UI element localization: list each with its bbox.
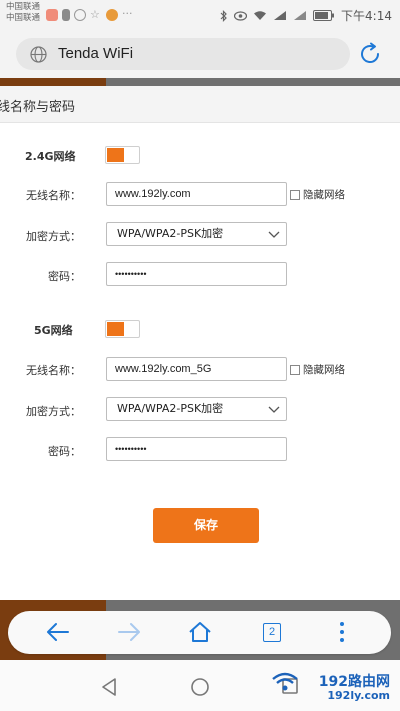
signal-1-icon — [274, 11, 287, 20]
browser-toolbar: 2 — [8, 611, 391, 654]
home-icon — [189, 622, 211, 642]
tab-count: 2 — [263, 622, 281, 642]
hide-24-box[interactable] — [290, 189, 300, 200]
site-watermark: 192路由网 192ly.com — [272, 668, 394, 708]
app-notification-icon — [46, 9, 58, 21]
section-title: 线名称与密码 — [0, 100, 76, 115]
url-field[interactable]: Tenda WiFi — [16, 38, 350, 70]
forward-button[interactable] — [115, 620, 143, 644]
eye-icon — [234, 10, 248, 21]
hide-5-box[interactable] — [290, 364, 300, 375]
band-24-label: 2.4G网络 — [25, 150, 76, 163]
wifi-logo-icon — [272, 672, 298, 691]
menu-button[interactable] — [328, 620, 356, 644]
carrier-1: 中国联通 — [6, 2, 41, 12]
alert-icon — [62, 9, 70, 21]
status-icons: 下午4:14 — [220, 7, 392, 24]
url-text: Tenda WiFi — [58, 45, 134, 62]
headset-icon — [74, 9, 86, 21]
password-24-label: 密码： — [48, 270, 81, 283]
carrier-2: 中国联通 — [6, 13, 41, 23]
battery-icon — [313, 10, 335, 21]
password-5-label: 密码： — [48, 445, 81, 458]
password-24-input[interactable]: •••••••••• — [106, 262, 287, 286]
more-notifications-icon: ··· — [122, 7, 133, 20]
wifi-icon — [254, 11, 267, 20]
globe-icon — [30, 46, 47, 63]
password-5-input[interactable]: •••••••••• — [106, 437, 287, 461]
band-5-label: 5G网络 — [34, 324, 73, 337]
arrow-right-icon — [118, 623, 140, 641]
refresh-icon[interactable] — [358, 42, 382, 66]
more-vertical-icon — [340, 622, 344, 642]
band-24-toggle[interactable] — [105, 146, 140, 164]
encrypt-24-label: 加密方式： — [26, 230, 81, 243]
home-button[interactable] — [186, 620, 214, 644]
ssid-24-input[interactable]: www.192ly.com — [106, 182, 287, 206]
system-nav-bar: 192路由网 192ly.com — [0, 660, 400, 711]
bluetooth-icon — [220, 9, 227, 22]
hide-5-label: 隐藏网络 — [303, 364, 345, 376]
ssid-5-label: 无线名称： — [26, 364, 81, 377]
clock: 下午4:14 — [341, 9, 392, 23]
encrypt-24-select[interactable]: WPA/WPA2-PSK加密 — [106, 222, 287, 246]
carrier-info: 中国联通 中国联通 — [6, 2, 40, 24]
section-header: 线名称与密码 — [0, 86, 400, 123]
watermark-title: 192路由网 — [318, 674, 390, 690]
back-triangle-icon[interactable] — [100, 677, 118, 697]
encrypt-5-select[interactable]: WPA/WPA2-PSK加密 — [106, 397, 287, 421]
hide-24-checkbox[interactable]: 隐藏网络 — [290, 187, 345, 202]
signal-2-icon — [294, 11, 307, 20]
arrow-left-icon — [47, 623, 69, 641]
watermark-url: 192ly.com — [327, 689, 390, 702]
encrypt-5-value: WPA/WPA2-PSK加密 — [117, 402, 224, 415]
band-5-toggle[interactable] — [105, 320, 140, 338]
hide-5-checkbox[interactable]: 隐藏网络 — [290, 362, 345, 377]
top-decor-stripe — [0, 78, 400, 86]
chevron-down-icon — [268, 406, 280, 413]
encrypt-5-label: 加密方式： — [26, 405, 81, 418]
ssid-5-input[interactable]: www.192ly.com_5G — [106, 357, 287, 381]
tabs-button[interactable]: 2 — [258, 620, 286, 644]
save-button[interactable]: 保存 — [153, 508, 259, 543]
home-circle-icon[interactable] — [190, 677, 210, 697]
weibo-icon — [106, 9, 118, 21]
browser-address-bar: Tenda WiFi — [0, 30, 400, 78]
notification-icons: ☆ ··· — [46, 7, 136, 21]
back-button[interactable] — [44, 620, 72, 644]
star-icon: ☆ — [90, 8, 100, 21]
hide-24-label: 隐藏网络 — [303, 189, 345, 201]
status-bar: 中国联通 中国联通 ☆ ··· 下午4:14 — [0, 0, 400, 30]
ssid-24-label: 无线名称： — [26, 189, 81, 202]
encrypt-24-value: WPA/WPA2-PSK加密 — [117, 227, 224, 240]
chevron-down-icon — [268, 231, 280, 238]
